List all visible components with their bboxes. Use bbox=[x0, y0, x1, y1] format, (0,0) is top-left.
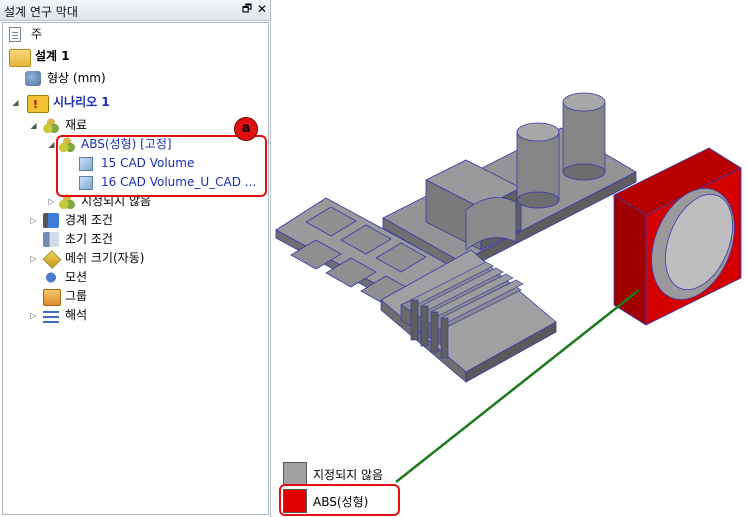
expand-arrow-icon[interactable]: ▷ bbox=[29, 306, 38, 325]
tree-label-motion: 모션 bbox=[65, 270, 88, 284]
expand-arrow-icon[interactable]: ▷ bbox=[29, 211, 38, 230]
tree-label-initial: 초기 조건 bbox=[65, 232, 113, 246]
analysis-icon bbox=[43, 308, 59, 323]
panel-title-bar: 설계 연구 막대 🗗 ✕ bbox=[0, 0, 270, 21]
capacitor-2[interactable] bbox=[562, 92, 606, 181]
tree-label-groups: 그룹 bbox=[65, 289, 88, 303]
panel-title: 설계 연구 막대 bbox=[4, 5, 78, 19]
tree-label-boundary: 경계 조건 bbox=[65, 213, 113, 227]
design-tree: 주 설계 1 형상 (mm) ◢ 시나리오 1 ◢ 재료 ◢ ABS(성형) [… bbox=[2, 22, 269, 515]
motion-icon bbox=[43, 270, 59, 285]
callout-badge: a bbox=[234, 117, 258, 141]
document-icon bbox=[9, 27, 21, 42]
design-icon bbox=[9, 49, 31, 67]
collapse-arrow-icon[interactable]: ◢ bbox=[47, 135, 56, 154]
mesh-icon bbox=[42, 250, 62, 269]
tree-label-materials: 재료 bbox=[65, 118, 88, 132]
collapse-arrow-icon[interactable]: ◢ bbox=[11, 93, 20, 112]
callout-badge-label: a bbox=[241, 121, 251, 136]
scenario-warning-icon bbox=[27, 95, 49, 114]
expand-arrow-icon[interactable]: ▷ bbox=[29, 249, 38, 268]
restore-icon[interactable]: 🗗 bbox=[240, 2, 254, 16]
materials-icon bbox=[43, 118, 59, 133]
callout-highlight-materials bbox=[56, 135, 267, 197]
tree-label-geometry: 형상 (mm) bbox=[47, 71, 106, 85]
collapse-arrow-icon[interactable]: ◢ bbox=[29, 116, 38, 135]
tree-label-design: 설계 1 bbox=[35, 49, 70, 63]
legend-swatch-gray bbox=[283, 462, 307, 486]
callout-highlight-legend bbox=[279, 484, 400, 516]
close-icon[interactable]: ✕ bbox=[255, 2, 269, 16]
design-study-panel: 설계 연구 막대 🗗 ✕ 주 설계 1 형상 (mm) ◢ 시나리오 1 ◢ bbox=[0, 0, 271, 517]
tree-label-analysis: 해석 bbox=[65, 308, 88, 322]
geometry-icon bbox=[25, 71, 41, 86]
groups-icon bbox=[43, 289, 61, 306]
boundary-conditions-icon bbox=[43, 213, 59, 228]
tree-label-root: 주 bbox=[31, 27, 43, 41]
capacitor-1[interactable] bbox=[516, 122, 560, 209]
legend-label-unassigned: 지정되지 않음 bbox=[313, 468, 384, 482]
tree-label-mesh: 메쉬 크기(자동) bbox=[65, 251, 145, 265]
model-viewport[interactable]: 지정되지 않음 ABS(성형) bbox=[271, 0, 747, 517]
initial-conditions-icon bbox=[43, 232, 59, 247]
tree-label-scenario: 시나리오 1 bbox=[53, 95, 110, 109]
expand-arrow-icon[interactable]: ▷ bbox=[47, 192, 56, 211]
model-scene[interactable] bbox=[271, 0, 747, 517]
